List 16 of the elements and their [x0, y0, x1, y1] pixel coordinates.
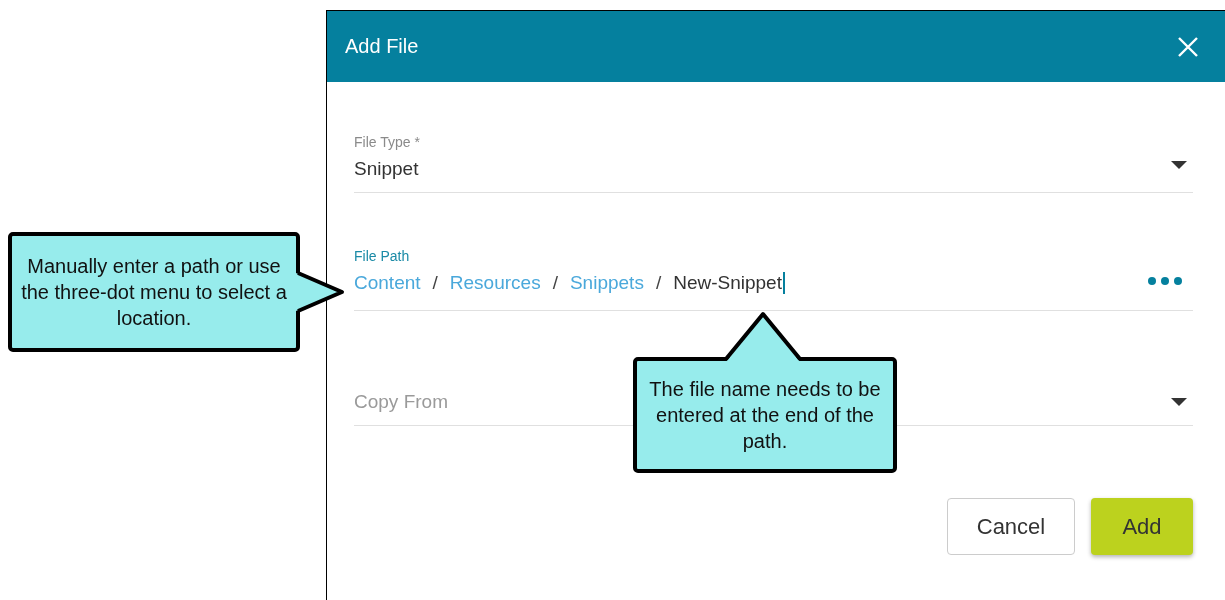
dropdown-caret-icon[interactable] — [1171, 161, 1187, 169]
callout: Manually enter a path or use the three-dot menu to select a location. — [8, 232, 300, 352]
close-icon[interactable] — [1177, 35, 1199, 58]
add-button[interactable]: Add — [1091, 498, 1193, 555]
field-label: File Path — [354, 248, 411, 264]
cancel-button[interactable]: Cancel — [947, 498, 1075, 555]
text-cursor — [782, 272, 785, 294]
dropdown-caret-icon[interactable] — [1171, 398, 1187, 406]
path-separator: / — [432, 272, 438, 294]
dialog-title: Add File — [345, 35, 419, 58]
more-icon[interactable] — [1147, 274, 1183, 284]
field-label: File Type * — [354, 134, 421, 150]
file-name-input[interactable]: New-Snippet — [673, 272, 782, 294]
path-separator: / — [552, 272, 558, 294]
file-type-dropdown[interactable]: Snippet — [354, 158, 419, 180]
path-separator: / — [655, 272, 662, 294]
